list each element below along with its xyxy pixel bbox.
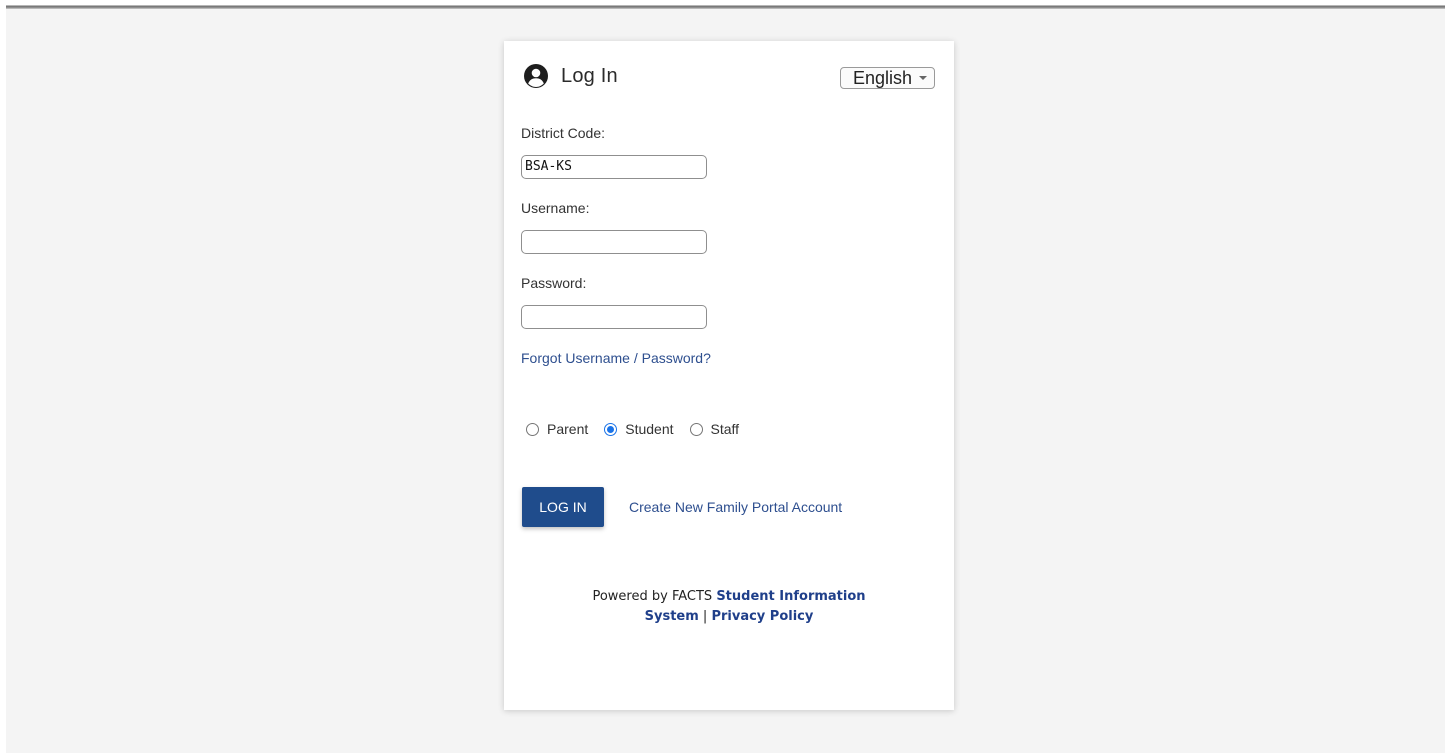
footer-separator: | (702, 609, 708, 624)
district-code-label: District Code: (521, 125, 606, 141)
username-label: Username: (521, 200, 590, 216)
page-title: Log In (561, 64, 618, 87)
role-student-radio[interactable] (604, 422, 618, 436)
sis-link-part2[interactable]: System (645, 609, 699, 624)
login-button[interactable]: LOG IN (522, 487, 604, 527)
powered-by-text: Powered by FACTS (592, 589, 713, 604)
role-staff-label: Staff (710, 421, 740, 437)
footer-line-2: System | Privacy Policy (504, 607, 954, 627)
window-edge-left (0, 0, 6, 753)
role-student-label: Student (625, 421, 674, 437)
role-selector: Parent Student Staff (526, 421, 755, 437)
login-header: Log In (523, 63, 618, 89)
privacy-policy-link[interactable]: Privacy Policy (711, 609, 813, 624)
footer-line-1: Powered by FACTS Student Information (504, 587, 954, 607)
role-staff-radio[interactable] (689, 422, 703, 436)
login-card: Log In English District Code: BSA-KS Use… (504, 41, 954, 710)
user-circle-icon (523, 63, 549, 89)
district-code-input[interactable]: BSA-KS (521, 155, 707, 179)
top-bar (6, 0, 1445, 9)
role-parent-radio[interactable] (526, 422, 539, 436)
language-select[interactable]: English (840, 67, 935, 89)
sis-link-part1[interactable]: Student Information (716, 589, 865, 604)
role-parent[interactable]: Parent (526, 421, 588, 437)
chevron-down-icon (919, 76, 927, 80)
role-parent-label: Parent (547, 421, 589, 437)
create-account-link[interactable]: Create New Family Portal Account (629, 499, 842, 515)
window-edge-right (1445, 0, 1451, 753)
footer: Powered by FACTS Student Information Sys… (504, 587, 954, 627)
role-staff[interactable]: Staff (689, 421, 740, 437)
username-input[interactable] (521, 230, 707, 254)
password-input[interactable] (521, 305, 707, 329)
password-label: Password: (521, 275, 587, 291)
language-select-value: English (853, 67, 913, 88)
forgot-credentials-link[interactable]: Forgot Username / Password? (521, 350, 711, 366)
role-student[interactable]: Student (604, 421, 674, 437)
